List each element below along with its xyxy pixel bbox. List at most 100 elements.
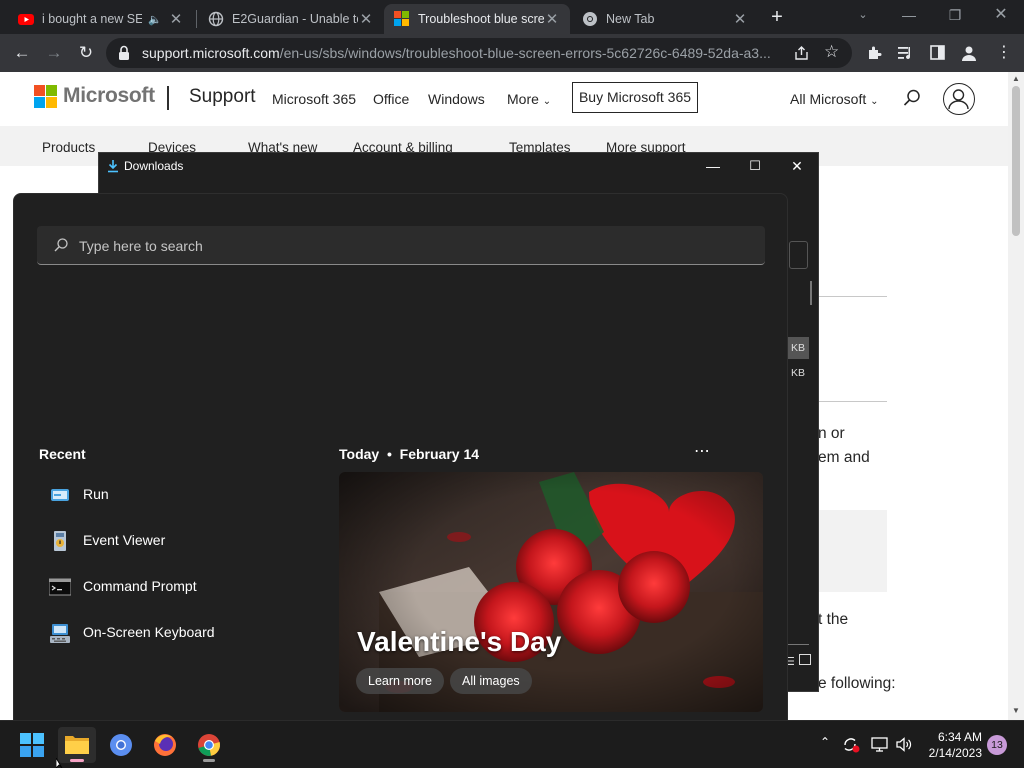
scroll-up-arrow-icon[interactable]: ▲ <box>1008 74 1024 83</box>
file-size-label: KB <box>787 337 809 359</box>
chrome-menu-icon[interactable]: ⋮ <box>990 39 1018 67</box>
article-divider <box>818 401 887 402</box>
valentines-day-card[interactable]: Valentine's Day Learn more All images <box>339 472 763 712</box>
tab-search-chevron-icon[interactable]: ⌄ <box>840 0 886 30</box>
card-title: Valentine's Day <box>357 626 562 657</box>
microsoft-logo-icon[interactable] <box>34 85 57 108</box>
chrome-icon <box>583 12 597 26</box>
close-tab-icon[interactable]: ✕ <box>544 10 560 28</box>
chevron-down-icon: ⌄ <box>870 96 879 107</box>
downloads-scroll-thumb[interactable] <box>810 281 812 305</box>
sync-alert-icon[interactable] <box>842 736 860 753</box>
maximize-button[interactable]: ☐ <box>735 155 775 177</box>
taskbar: ⌃ 6:34 AM 2/14/2023 13 <box>0 720 1024 768</box>
recent-item-run[interactable]: Run <box>46 480 296 510</box>
start-icon <box>20 733 44 757</box>
clock-date: 2/14/2023 <box>928 746 982 760</box>
url-text: support.microsoft.com/en-us/sbs/windows/… <box>142 45 782 61</box>
restore-button[interactable]: ❐ <box>932 0 978 30</box>
bookmark-star-icon[interactable]: ☆ <box>824 42 839 62</box>
article-text: em and <box>818 449 870 466</box>
taskbar-chromium[interactable] <box>102 727 140 763</box>
ms-header: Microsoft Support Microsoft 365 Office W… <box>0 72 1008 126</box>
tab-title: E2Guardian - Unable to <box>232 12 358 26</box>
taskbar-chrome[interactable] <box>190 727 228 763</box>
scrollbar-thumb[interactable] <box>1012 86 1020 236</box>
search-icon <box>54 238 68 252</box>
profile-icon[interactable] <box>960 44 978 62</box>
address-bar[interactable]: support.microsoft.com/en-us/sbs/windows/… <box>106 38 852 68</box>
start-button[interactable] <box>13 727 51 763</box>
show-hidden-icons-chevron-icon[interactable]: ⌃ <box>820 735 830 749</box>
nav-microsoft-365[interactable]: Microsoft 365 <box>272 91 356 107</box>
volume-icon[interactable] <box>895 737 913 752</box>
recent-heading: Recent <box>39 446 86 462</box>
all-images-button[interactable]: All images <box>450 668 532 694</box>
support-link[interactable]: Support <box>189 86 256 108</box>
globe-icon <box>208 11 224 27</box>
download-arrow-icon <box>108 160 118 173</box>
buy-microsoft-365-button[interactable]: Buy Microsoft 365 <box>572 82 698 113</box>
scroll-down-arrow-icon[interactable]: ▼ <box>1008 706 1024 715</box>
back-button[interactable]: ← <box>8 39 36 67</box>
article-note-box <box>818 510 887 592</box>
lock-icon[interactable] <box>118 45 130 61</box>
recent-item-label: Command Prompt <box>83 578 197 594</box>
close-tab-icon[interactable]: ✕ <box>168 10 184 28</box>
youtube-icon <box>18 14 34 25</box>
subnav-products[interactable]: Products <box>42 140 95 155</box>
extensions-icon[interactable] <box>866 45 882 61</box>
more-options-icon[interactable]: ⋯ <box>694 441 711 461</box>
all-microsoft-label: All Microsoft <box>790 91 867 107</box>
nav-windows[interactable]: Windows <box>428 91 485 107</box>
media-queue-icon[interactable] <box>898 46 914 60</box>
learn-more-button[interactable]: Learn more <box>356 668 444 694</box>
microsoft-icon <box>394 11 410 27</box>
date-label: February 14 <box>399 446 480 462</box>
tab-title: New Tab <box>606 12 655 26</box>
start-search-input[interactable]: Type here to search <box>37 226 765 265</box>
tab-title: Troubleshoot blue scre <box>418 12 544 26</box>
tab-e2guardian[interactable]: E2Guardian - Unable to ✕ <box>198 4 384 34</box>
url-host: support.microsoft.com <box>142 45 280 61</box>
nav-office[interactable]: Office <box>373 91 409 107</box>
tab-new-tab[interactable]: New Tab ✕ <box>572 4 758 34</box>
share-icon[interactable] <box>794 46 809 61</box>
page-scrollbar[interactable]: ▲ ▼ <box>1008 72 1024 720</box>
downloads-search-box[interactable] <box>789 241 808 269</box>
file-size-label: KB <box>790 367 805 379</box>
all-microsoft-menu[interactable]: All Microsoft ⌄ <box>790 91 879 107</box>
taskbar-firefox[interactable] <box>146 727 184 763</box>
close-button[interactable]: ✕ <box>777 155 817 177</box>
close-tab-icon[interactable]: ✕ <box>732 10 748 28</box>
taskbar-clock[interactable]: 6:34 AM 2/14/2023 <box>918 729 982 761</box>
article-text: e following: <box>818 675 896 692</box>
side-panel-icon[interactable] <box>930 45 945 60</box>
minimize-button[interactable]: — <box>886 0 932 30</box>
recent-item-event-viewer[interactable]: Event Viewer <box>46 526 296 556</box>
search-icon[interactable] <box>902 88 922 108</box>
minimize-button[interactable]: — <box>693 155 733 177</box>
event-viewer-icon <box>54 531 66 551</box>
recent-item-command-prompt[interactable]: Command Prompt <box>46 572 296 602</box>
nav-more-label: More <box>507 91 539 107</box>
microsoft-wordmark[interactable]: Microsoft <box>63 84 155 108</box>
new-tab-button[interactable]: + <box>764 6 790 28</box>
recent-item-on-screen-keyboard[interactable]: On-Screen Keyboard <box>46 618 296 648</box>
network-icon[interactable] <box>871 737 888 752</box>
audio-icon[interactable]: 🔈 <box>148 13 162 26</box>
close-tab-icon[interactable]: ✕ <box>358 10 374 28</box>
tab-youtube[interactable]: i bought a new SEM 🔈 ✕ <box>8 4 194 34</box>
close-window-button[interactable]: ✕ <box>978 0 1024 30</box>
tiles-view-icon[interactable] <box>799 654 811 665</box>
chevron-down-icon: ⌄ <box>542 96 552 107</box>
account-avatar-icon[interactable] <box>943 83 975 115</box>
active-indicator <box>70 759 84 762</box>
tab-troubleshoot[interactable]: Troubleshoot blue scre ✕ <box>384 4 570 34</box>
forward-button[interactable]: → <box>40 39 68 67</box>
reload-button[interactable]: ↻ <box>72 39 100 67</box>
notification-badge[interactable]: 13 <box>987 735 1007 755</box>
recent-item-label: Event Viewer <box>83 532 166 548</box>
article-text: t the <box>818 611 849 628</box>
nav-more[interactable]: More ⌄ <box>507 91 551 107</box>
